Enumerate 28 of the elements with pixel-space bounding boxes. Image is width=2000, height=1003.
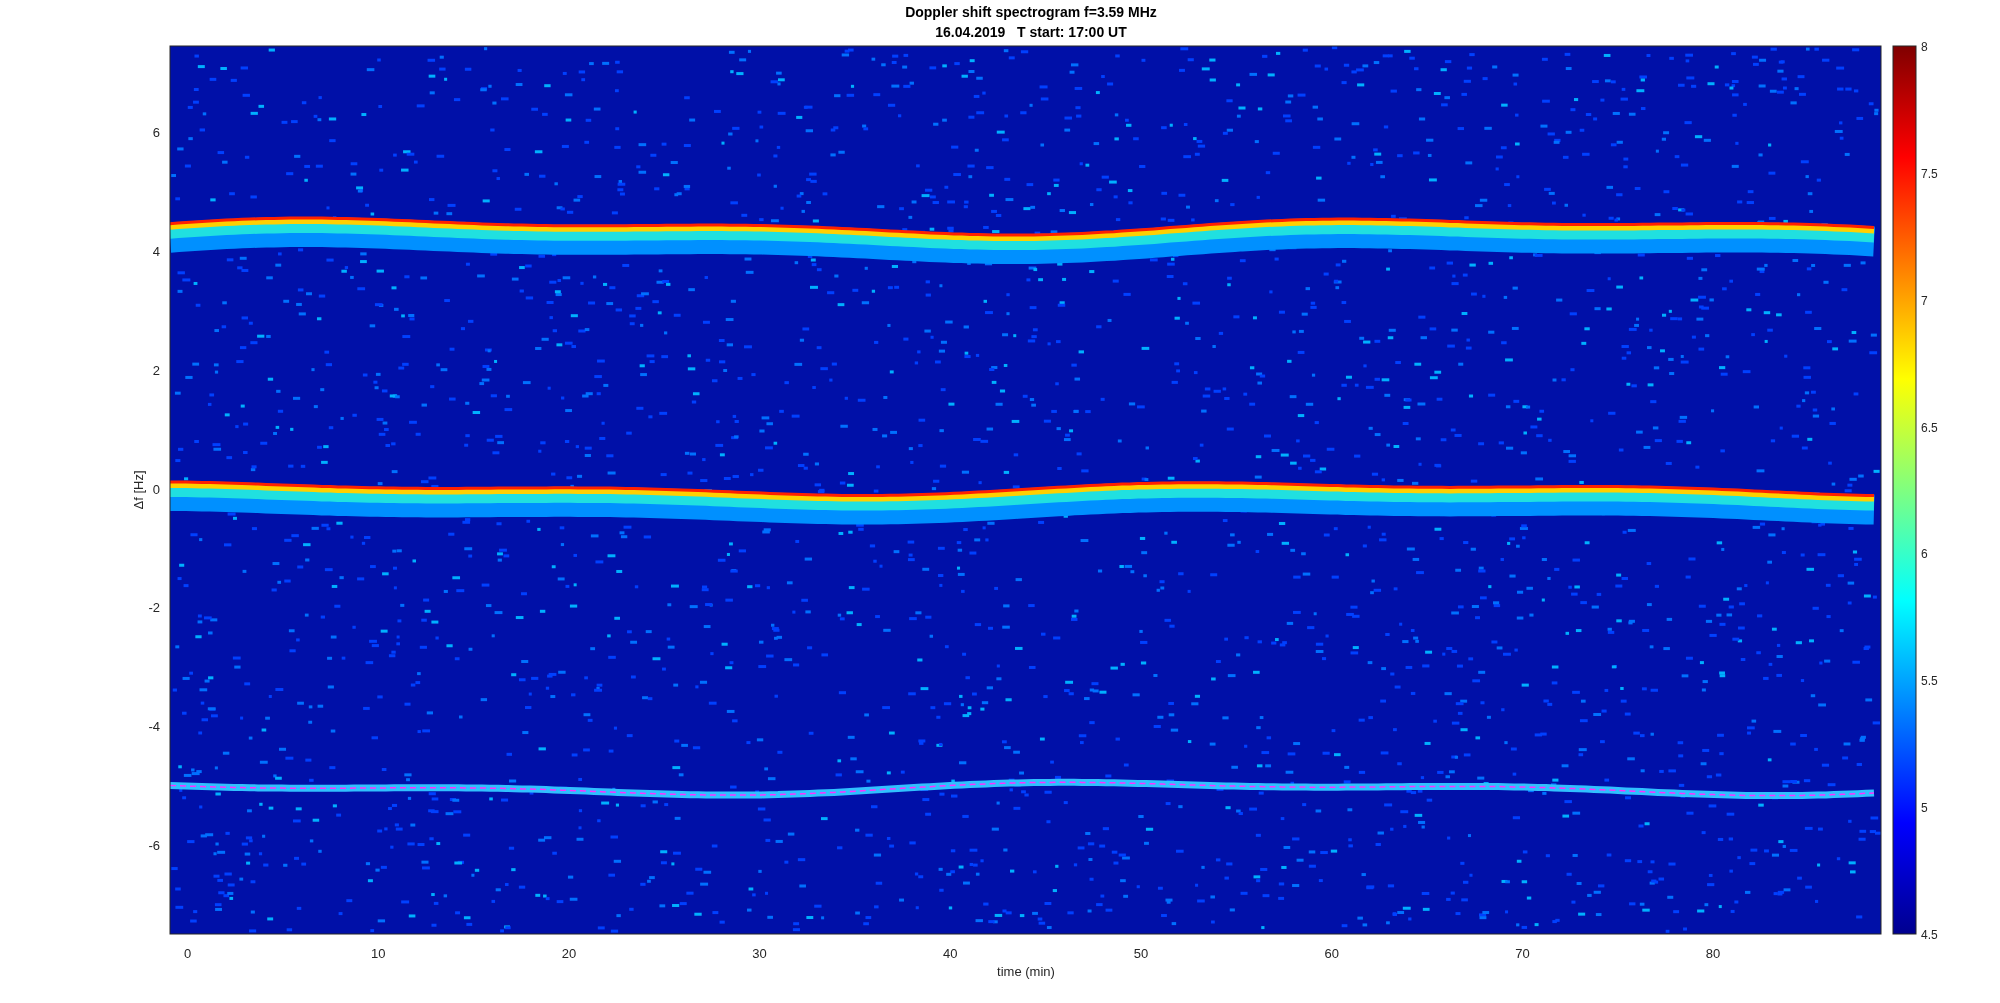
x-axis-label: time (min) bbox=[997, 964, 1055, 979]
colorbar-tick-label: 6 bbox=[1921, 547, 1928, 562]
x-tick-label: 30 bbox=[752, 946, 767, 961]
x-tick-label: 70 bbox=[1515, 946, 1530, 961]
colorbar-tick-label: 7.5 bbox=[1921, 166, 1938, 181]
y-tick-label: 2 bbox=[152, 362, 160, 378]
colorbar-tick-label: 5.5 bbox=[1921, 674, 1938, 689]
y-tick-label: -4 bbox=[148, 718, 160, 734]
y-tick-label: 0 bbox=[152, 481, 160, 497]
chart-title: Doppler shift spectrogram f=3.59 MHz bbox=[905, 4, 1157, 20]
y-tick-label: -6 bbox=[148, 837, 160, 853]
y-tick-label: 6 bbox=[152, 125, 160, 141]
colorbar-tick-label: 4.5 bbox=[1921, 928, 1938, 942]
colorbar-tick-label: 6.5 bbox=[1921, 420, 1938, 435]
x-tick-label: 40 bbox=[943, 946, 958, 961]
x-tick-label: 60 bbox=[1324, 946, 1339, 961]
y-axis-label: Δf [Hz] bbox=[131, 470, 146, 510]
y-tick-label: 4 bbox=[152, 244, 160, 260]
colorbar-tick-label: 8 bbox=[1921, 40, 1928, 54]
x-tick-label: 50 bbox=[1133, 946, 1149, 961]
colorbar-tick-label: 7 bbox=[1921, 293, 1928, 308]
colorbar-tick-label: 5 bbox=[1921, 801, 1928, 816]
x-tick-label: 20 bbox=[561, 946, 577, 961]
chart-subtitle: 16.04.2019 T start: 17:00 UT bbox=[935, 24, 1127, 40]
y-tick-label: -2 bbox=[148, 600, 160, 616]
x-tick-label: 0 bbox=[183, 946, 192, 961]
x-tick-label: 80 bbox=[1705, 946, 1721, 961]
x-tick-label: 10 bbox=[370, 946, 386, 961]
